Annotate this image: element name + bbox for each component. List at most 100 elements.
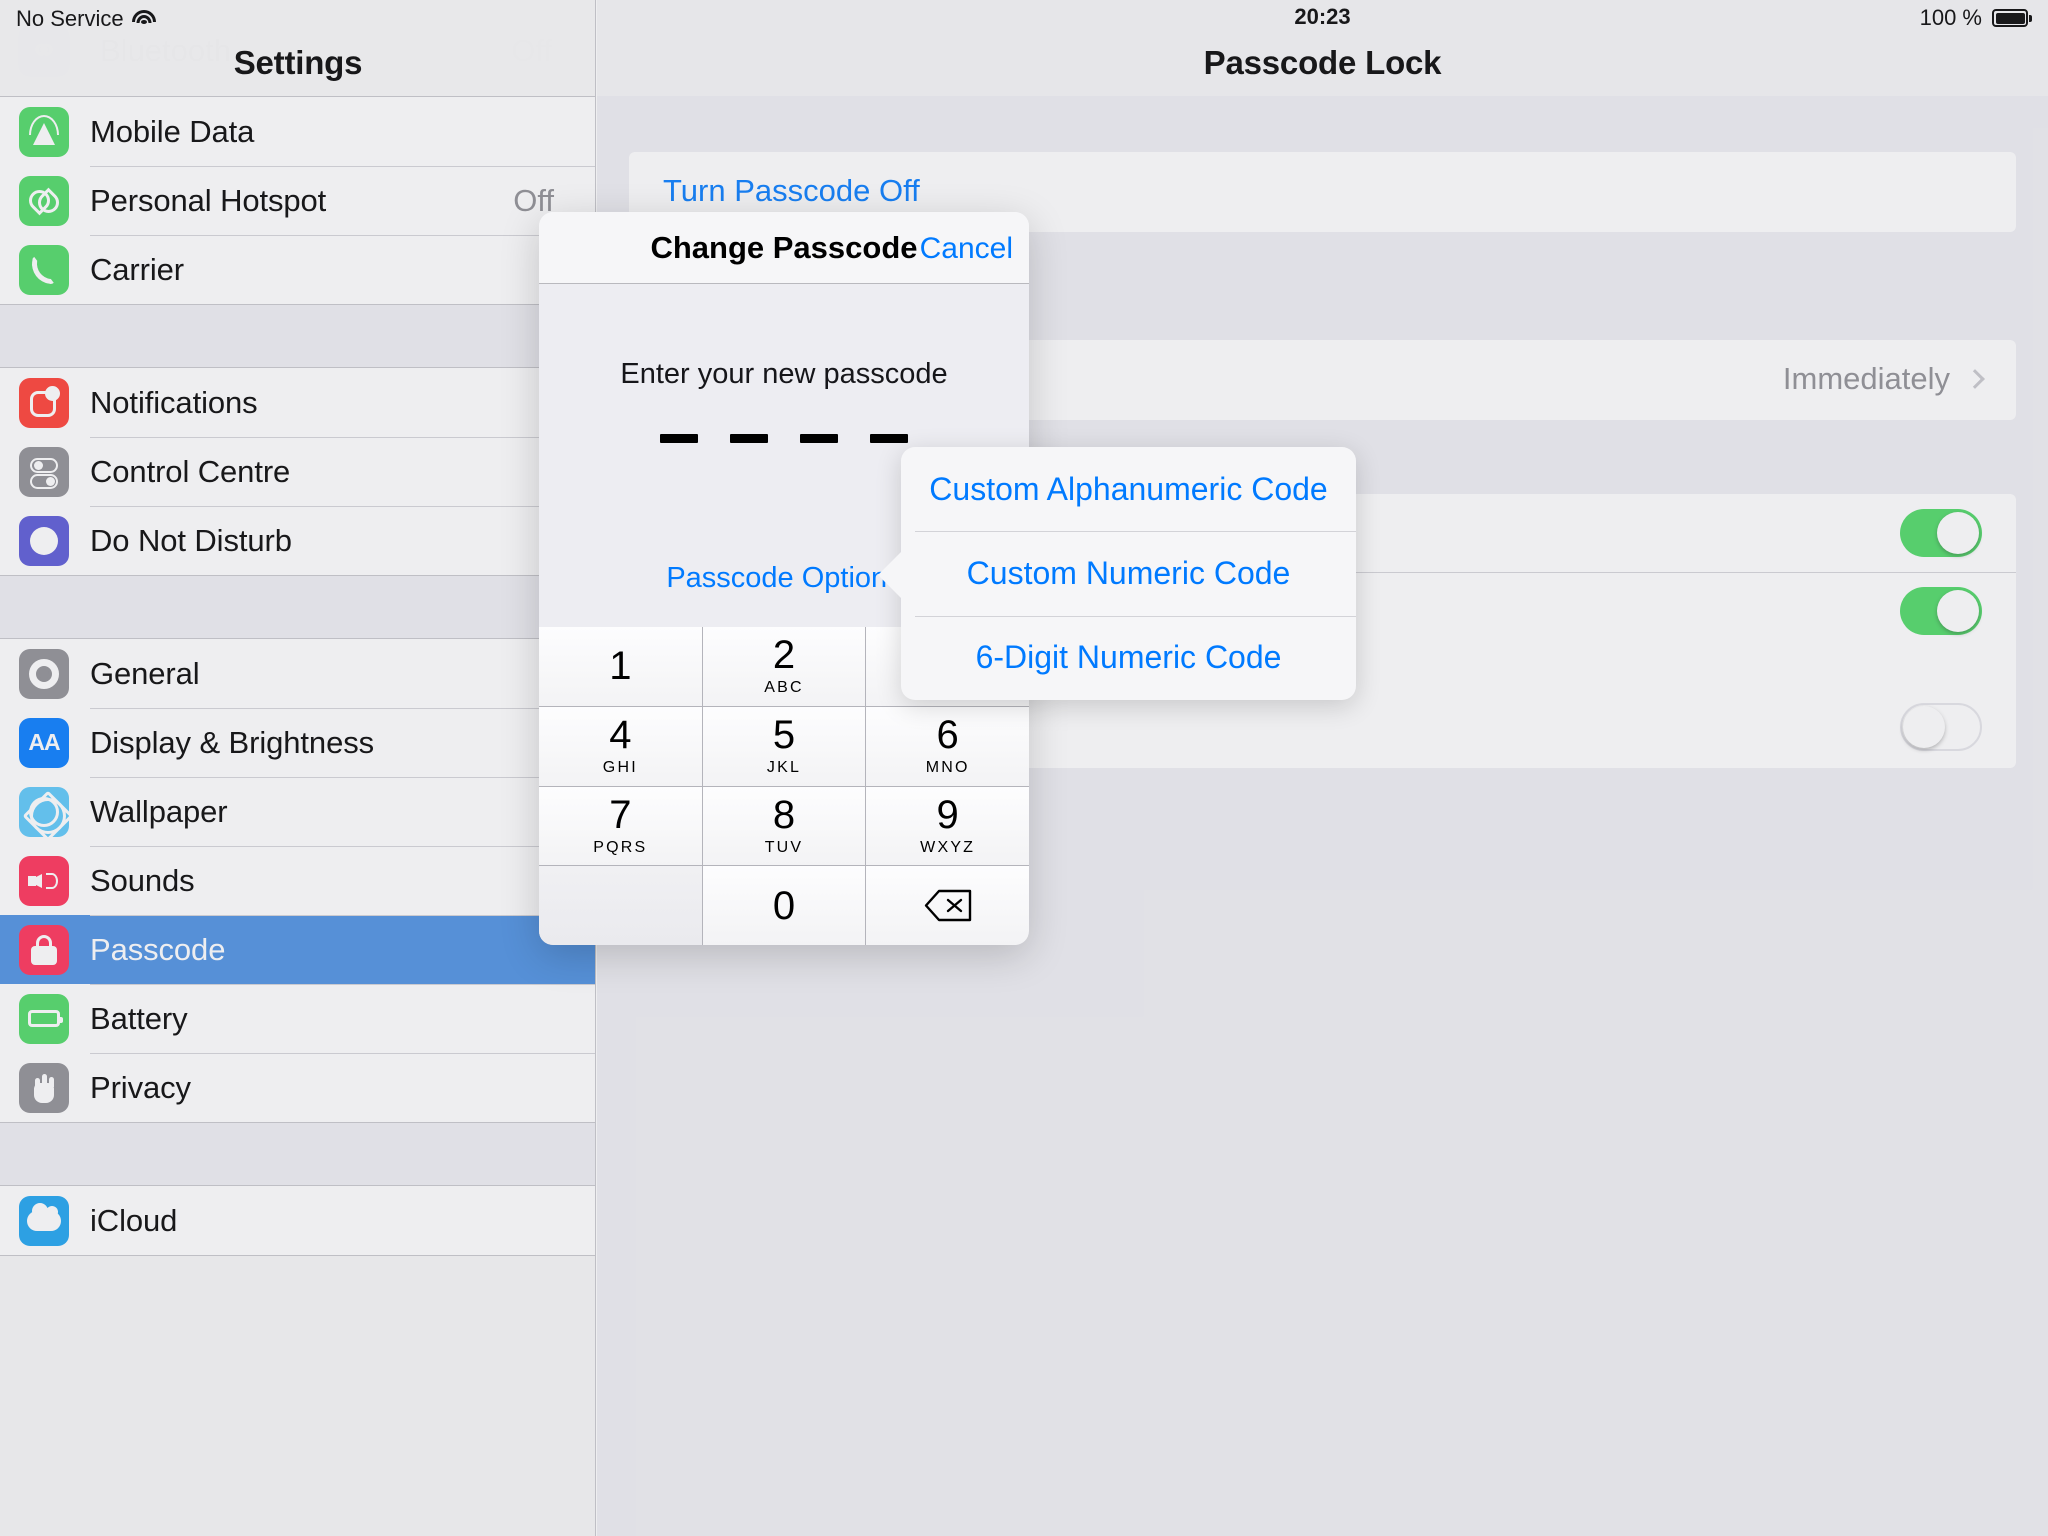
passcode-prompt: Enter your new passcode bbox=[620, 358, 948, 390]
sidebar-group-divider bbox=[0, 1123, 595, 1185]
option-custom-numeric-code[interactable]: Custom Numeric Code bbox=[901, 531, 1356, 615]
sidebar-group-accounts: iCloud bbox=[0, 1185, 595, 1256]
keypad-key-9[interactable]: 9 WXYZ bbox=[866, 786, 1029, 866]
keypad-key-0[interactable]: 0 bbox=[702, 866, 866, 945]
sidebar-item-label: Privacy bbox=[90, 1069, 191, 1105]
sidebar-item-label: Battery bbox=[90, 1000, 188, 1036]
keypad-key-letters: TUV bbox=[764, 838, 804, 856]
sounds-icon bbox=[19, 855, 69, 906]
sidebar-group-divider bbox=[0, 576, 595, 638]
option-six-digit-numeric-code[interactable]: 6-Digit Numeric Code bbox=[901, 615, 1356, 700]
display-brightness-icon: AA bbox=[19, 717, 69, 768]
toggle-switch-2[interactable] bbox=[1900, 587, 1982, 635]
keypad-key-5[interactable]: 5 JKL bbox=[702, 706, 866, 786]
keypad-key-delete[interactable] bbox=[866, 866, 1029, 945]
sidebar-item-label: Sounds bbox=[90, 862, 195, 898]
sidebar-item-control-centre[interactable]: Control Centre bbox=[0, 437, 595, 506]
keypad-key-6[interactable]: 6 MNO bbox=[866, 706, 1029, 786]
phone-icon bbox=[19, 244, 69, 295]
status-bar-clock: 20:23 bbox=[1294, 4, 1351, 29]
battery-percent-label: 100 % bbox=[1919, 5, 1982, 30]
keypad-key-4[interactable]: 4 GHI bbox=[539, 706, 702, 786]
sidebar-group-divider bbox=[0, 305, 595, 367]
sidebar-item-label: Personal Hotspot bbox=[90, 182, 327, 218]
keypad-key-2[interactable]: 2 ABC bbox=[702, 627, 866, 706]
sidebar-item-label: Do Not Disturb bbox=[90, 522, 292, 558]
turn-passcode-off-button[interactable]: Turn Passcode Off bbox=[663, 173, 920, 209]
toggle-switch-1[interactable] bbox=[1900, 509, 1982, 557]
sidebar-item-wallpaper[interactable]: Wallpaper bbox=[0, 777, 595, 846]
modal-title-bar: Change Passcode Cancel bbox=[539, 212, 1029, 284]
passcode-dash bbox=[800, 434, 838, 443]
keypad-key-letters: WXYZ bbox=[920, 838, 976, 856]
sidebar-item-mobile-data[interactable]: Mobile Data bbox=[0, 97, 595, 166]
passcode-dash bbox=[660, 434, 698, 443]
popover-arrow bbox=[878, 551, 902, 599]
detail-header: Passcode Lock 20:23 100 % bbox=[597, 0, 2048, 96]
sidebar-group-system: General AA Display & Brightness Wallpape… bbox=[0, 638, 595, 1123]
keypad-key-digit: 5 bbox=[772, 713, 796, 758]
keypad-key-7[interactable]: 7 PQRS bbox=[539, 786, 702, 866]
passcode-dash bbox=[870, 434, 908, 443]
moon-icon bbox=[19, 515, 69, 566]
sidebar-item-do-not-disturb[interactable]: Do Not Disturb bbox=[0, 506, 595, 575]
keypad-key-letters: PQRS bbox=[593, 838, 648, 856]
lock-icon bbox=[19, 924, 69, 975]
sidebar-item-notifications[interactable]: Notifications bbox=[0, 368, 595, 437]
sidebar-item-battery[interactable]: Battery bbox=[0, 984, 595, 1053]
status-bar-right: 100 % bbox=[1919, 4, 2032, 32]
sidebar-item-personal-hotspot[interactable]: Personal Hotspot Off bbox=[0, 166, 595, 235]
sidebar-item-label: Carrier bbox=[90, 251, 185, 287]
toggle-knob bbox=[1903, 706, 1945, 748]
delete-icon bbox=[924, 889, 972, 922]
sidebar-header: No Service Settings bbox=[0, 0, 595, 96]
hotspot-icon bbox=[19, 175, 69, 226]
option-custom-alphanumeric-code[interactable]: Custom Alphanumeric Code bbox=[901, 447, 1356, 531]
keypad-key-letters: GHI bbox=[602, 759, 638, 777]
antenna-icon bbox=[19, 106, 69, 157]
sidebar-item-sounds[interactable]: Sounds bbox=[0, 846, 595, 915]
keypad-key-8[interactable]: 8 TUV bbox=[702, 786, 866, 866]
sidebar-item-display-brightness[interactable]: AA Display & Brightness bbox=[0, 708, 595, 777]
sidebar-item-label: General bbox=[90, 655, 200, 691]
keypad-key-digit: 8 bbox=[772, 792, 796, 837]
gear-icon bbox=[19, 648, 69, 699]
battery-full-icon bbox=[1992, 9, 2032, 27]
toggle-knob bbox=[1937, 590, 1979, 632]
sidebar-list: Mobile Data Personal Hotspot Off Carrier… bbox=[0, 96, 595, 1256]
toggle-switch-3[interactable] bbox=[1900, 703, 1982, 751]
icloud-icon bbox=[19, 1195, 69, 1246]
sidebar-item-general[interactable]: General bbox=[0, 639, 595, 708]
keypad-key-digit: 0 bbox=[772, 883, 796, 928]
keypad-key-digit: 7 bbox=[609, 792, 632, 837]
passcode-options-popover: Custom Alphanumeric Code Custom Numeric … bbox=[878, 447, 1356, 700]
wallpaper-icon bbox=[19, 786, 69, 837]
sidebar-item-label: Passcode bbox=[90, 931, 226, 967]
keypad-key-digit: 2 bbox=[772, 633, 796, 678]
require-passcode-value: Immediately bbox=[1782, 361, 1950, 396]
keypad-key-letters: JKL bbox=[766, 759, 802, 777]
keypad-key-1[interactable]: 1 bbox=[539, 627, 702, 706]
settings-sidebar: ⚭ Bluetooth Off No Service Settings Mobi… bbox=[0, 0, 596, 1536]
page-title: Settings bbox=[233, 44, 363, 81]
status-bar-left: No Service bbox=[16, 4, 156, 34]
sidebar-item-label: Mobile Data bbox=[90, 113, 255, 149]
sidebar-item-privacy[interactable]: Privacy bbox=[0, 1053, 595, 1122]
cancel-button[interactable]: Cancel bbox=[920, 232, 1013, 266]
keypad-key-digit: 1 bbox=[609, 644, 632, 689]
sidebar-item-passcode[interactable]: Passcode bbox=[0, 915, 595, 984]
battery-icon bbox=[19, 993, 69, 1044]
sidebar-group-connectivity: Mobile Data Personal Hotspot Off Carrier bbox=[0, 96, 595, 305]
sidebar-item-icloud[interactable]: iCloud bbox=[0, 1186, 595, 1255]
chevron-right-icon bbox=[1965, 369, 1985, 389]
keypad-key-digit: 4 bbox=[609, 713, 632, 758]
sidebar-item-label: Control Centre bbox=[90, 453, 291, 489]
sidebar-item-carrier[interactable]: Carrier bbox=[0, 235, 595, 304]
control-centre-icon bbox=[19, 446, 69, 497]
passcode-entry-field[interactable] bbox=[539, 434, 1029, 443]
sidebar-group-alerts: Notifications Control Centre Do Not Dist… bbox=[0, 367, 595, 576]
sidebar-item-label: Wallpaper bbox=[90, 793, 228, 829]
keypad-key-letters: MNO bbox=[925, 759, 970, 777]
keypad-key-digit: 6 bbox=[936, 713, 959, 758]
keypad-key-digit: 9 bbox=[936, 792, 959, 837]
